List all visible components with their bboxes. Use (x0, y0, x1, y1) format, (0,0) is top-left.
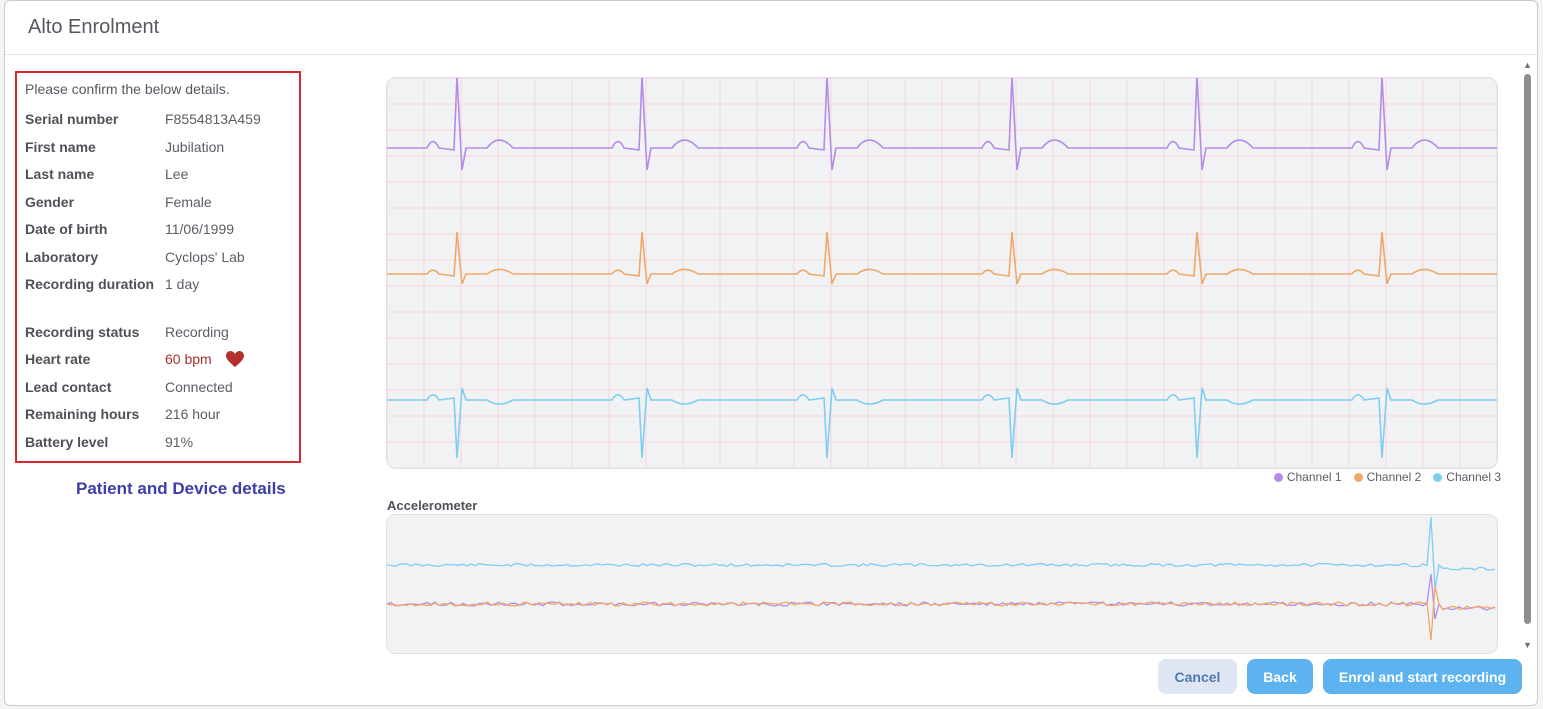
ecg-waveform-panel (386, 77, 1498, 469)
detail-label: First name (25, 139, 96, 155)
ecg-waveform (387, 78, 1497, 468)
legend-label: Channel 2 (1366, 470, 1422, 484)
detail-value: Lee (165, 166, 189, 182)
legend-dot-icon (1353, 472, 1363, 482)
detail-label: Heart rate (25, 351, 91, 367)
detail-label: Lead contact (25, 379, 112, 395)
modal-scrollbar[interactable]: ▲ ▼ (1522, 60, 1532, 650)
details-intro: Please confirm the below details. (25, 81, 230, 97)
detail-label: Recording duration (25, 276, 155, 292)
accelerometer-title: Accelerometer (387, 498, 478, 513)
heart-icon (226, 351, 244, 367)
detail-value: F8554813A459 (165, 111, 261, 127)
detail-value: Cyclops' Lab (165, 249, 245, 265)
ecg-legend: Channel 1 Channel 2 Channel 3 (1273, 470, 1501, 484)
detail-label: Recording status (25, 324, 140, 340)
detail-value: 60 bpm (165, 351, 212, 367)
cancel-button[interactable]: Cancel (1158, 659, 1237, 694)
back-button[interactable]: Back (1247, 659, 1313, 694)
accelerometer-trace-3 (387, 585, 1496, 641)
detail-value: 216 hour (165, 406, 221, 422)
detail-value: 1 day (165, 276, 200, 292)
legend-item-channel-1: Channel 1 (1273, 470, 1342, 484)
detail-label: Last name (25, 166, 95, 182)
accelerometer-panel (386, 514, 1498, 654)
detail-label: Laboratory (25, 249, 99, 265)
legend-item-channel-3: Channel 3 (1433, 470, 1501, 484)
detail-value: Jubilation (165, 139, 225, 155)
legend-dot-icon (1433, 472, 1443, 482)
detail-value: Connected (165, 379, 233, 395)
accelerometer-trace-2 (387, 573, 1496, 620)
detail-label: Serial number (25, 111, 119, 127)
modal-title: Alto Enrolment (28, 16, 160, 38)
scroll-up-arrow-icon[interactable]: ▲ (1523, 60, 1532, 70)
detail-value: Recording (165, 324, 229, 340)
detail-value: Female (165, 194, 212, 210)
detail-label: Remaining hours (25, 406, 140, 422)
accelerometer-trace-1 (387, 516, 1496, 590)
scroll-down-arrow-icon[interactable]: ▼ (1523, 640, 1532, 650)
enrol-and-start-recording-button[interactable]: Enrol and start recording (1323, 659, 1522, 694)
details-caption: Patient and Device details (76, 479, 286, 498)
detail-value: 11/06/1999 (165, 221, 235, 237)
detail-label: Gender (25, 194, 75, 210)
accelerometer-waveform (387, 516, 1496, 641)
legend-dot-icon (1273, 472, 1283, 482)
legend-label: Channel 1 (1286, 470, 1342, 484)
details-panel: Please confirm the below details. Serial… (15, 71, 301, 463)
detail-value: 91% (165, 434, 194, 450)
detail-label: Battery level (25, 434, 109, 450)
modal-header: Alto Enrolment (5, 1, 1537, 55)
legend-label: Channel 3 (1446, 470, 1501, 484)
detail-label: Date of birth (25, 221, 108, 237)
scrollbar-thumb[interactable] (1524, 74, 1531, 624)
legend-item-channel-2: Channel 2 (1353, 470, 1422, 484)
